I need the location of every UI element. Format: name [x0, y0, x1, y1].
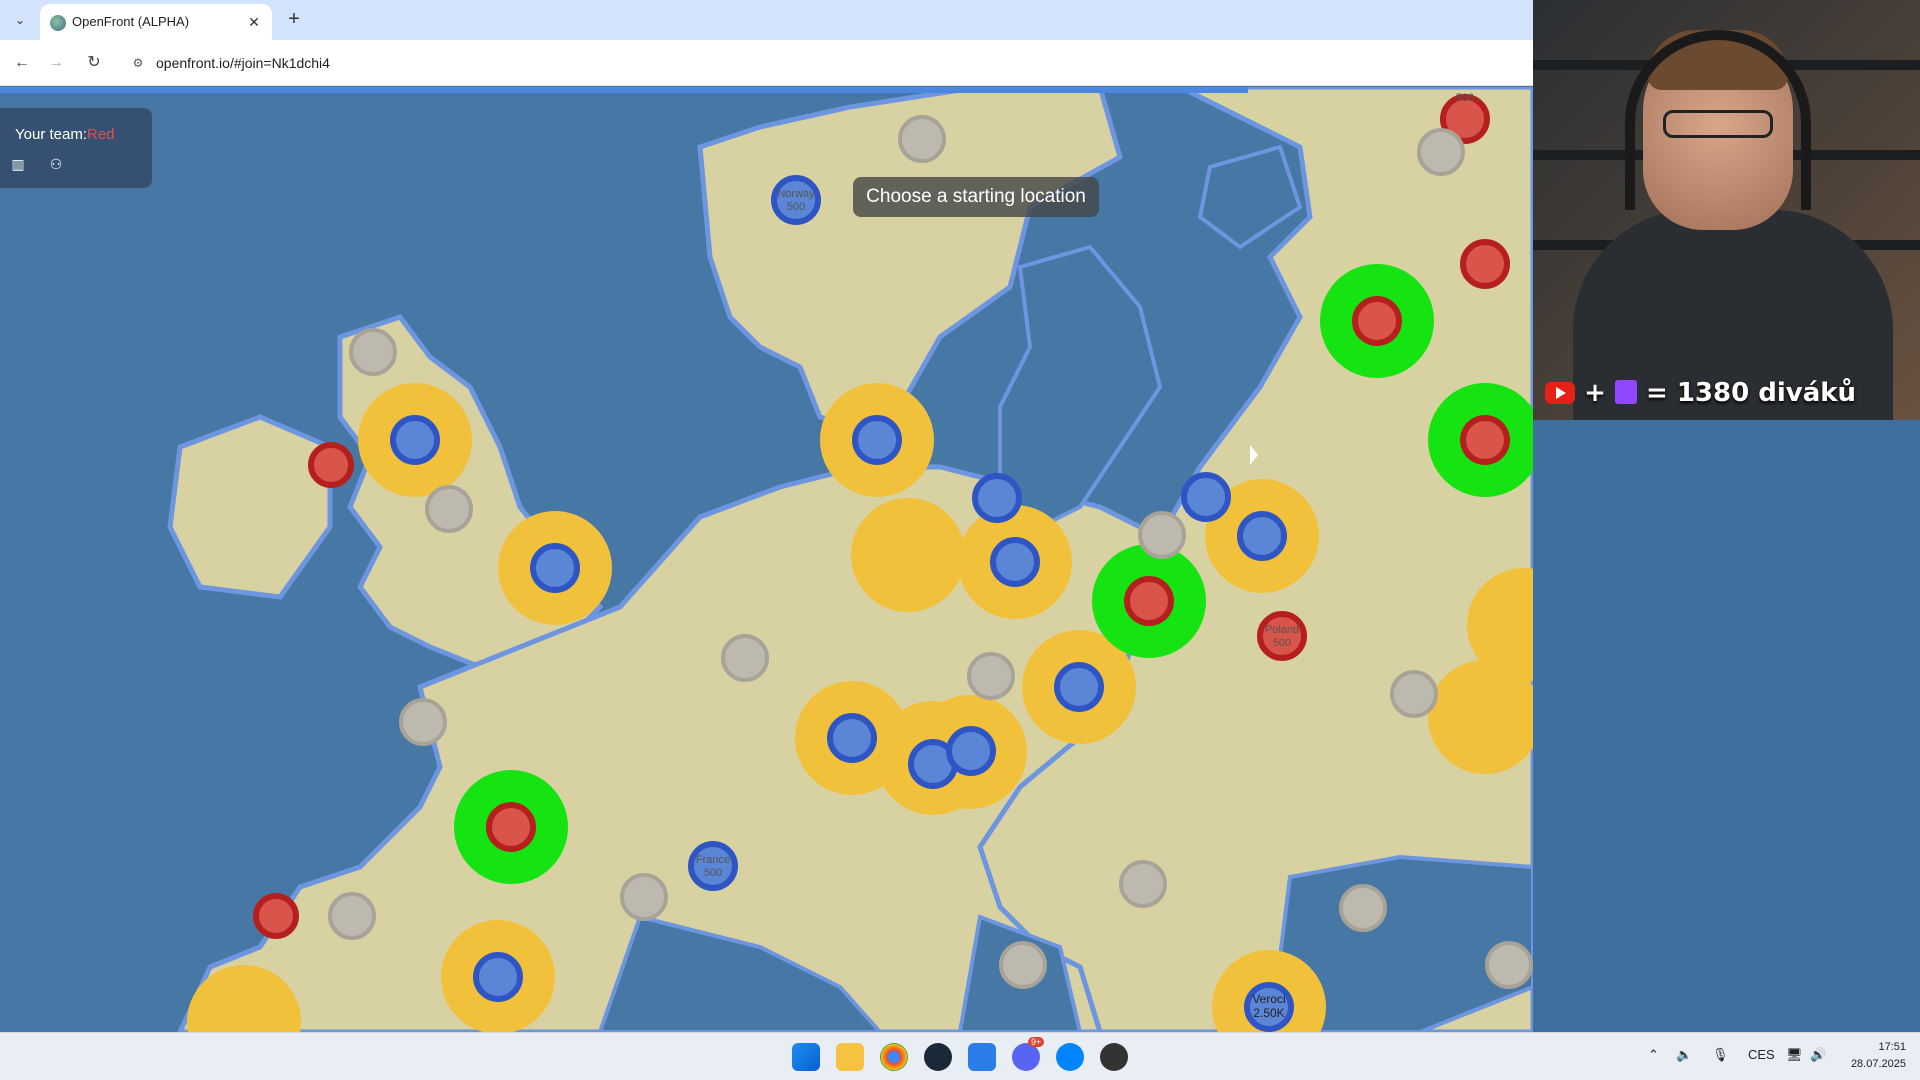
close-icon[interactable]: ✕ [244, 12, 264, 32]
headphones [1625, 30, 1811, 210]
discord-badge: 9+ [1028, 1037, 1045, 1047]
language-indicator[interactable]: CES [1748, 1047, 1775, 1062]
new-tab-button[interactable]: + [282, 8, 306, 32]
windows-start-icon[interactable] [792, 1043, 820, 1071]
nation-label-france: France [696, 854, 730, 866]
clock-date: 28.07.2025 [1850, 1058, 1906, 1070]
steam-icon[interactable] [924, 1043, 952, 1071]
nation-label-veroci: Veroci [1252, 992, 1285, 1006]
nation-label-poland: Poland [1265, 624, 1299, 636]
plus-sign: + [1584, 378, 1606, 408]
windows-taskbar: 9+ ⌃ 🔈 🎙 CES 🖥 🔊 17:51 28.07.2025 [0, 1032, 1920, 1080]
mouse-cursor [1250, 445, 1258, 465]
twitch-icon [1614, 380, 1637, 404]
game-map[interactable]: Norway 500 Poland 500 France 500 Veroci … [0, 87, 1533, 1032]
team-stats-icon[interactable]: ⚇ [46, 156, 66, 176]
speaker-icon[interactable]: 🔊 [1810, 1047, 1826, 1063]
nation-label-norway: Norway [777, 188, 815, 200]
team-panel: Your team:Red ▥ ⚇ [0, 108, 152, 188]
system-clock[interactable]: 17:51 28.07.2025 [1851, 1039, 1906, 1073]
nation-troops-unnamed: 500 [1456, 92, 1474, 104]
team-label: Your team:Red [15, 126, 115, 143]
microphone-icon[interactable]: 🎙 [1712, 1047, 1729, 1063]
forward-icon[interactable]: → [44, 51, 68, 75]
choose-location-toast: Choose a starting location [853, 177, 1099, 217]
browser-window: Norway 500 Poland 500 France 500 Veroci … [0, 0, 1533, 1032]
tab-strip: ⌄ OpenFront (ALPHA) ✕ + [0, 0, 1533, 40]
tab-search-icon[interactable]: ⌄ [8, 8, 32, 32]
volume-icon[interactable]: 🔈 [1676, 1047, 1692, 1063]
viewer-count-text: = 1380 diváků [1645, 378, 1857, 408]
viewer-count: + = 1380 diváků [1545, 378, 1856, 408]
tab-title: OpenFront (ALPHA) [72, 14, 190, 29]
messenger-icon[interactable] [1056, 1043, 1084, 1071]
site-settings-icon[interactable]: ⚙ [130, 55, 146, 71]
tray-chevron-icon[interactable]: ⌃ [1648, 1047, 1659, 1063]
nation-troops-veroci: 2.50K [1253, 1006, 1284, 1020]
youtube-icon [1545, 382, 1575, 404]
browser-toolbar: ← → ↻ ⚙ openfront.io/#join=Nk1dchi4 [0, 40, 1533, 86]
chrome-icon[interactable] [880, 1043, 908, 1071]
viewer-count-overlay: + = 1380 diváků [1533, 370, 1920, 420]
app-icon[interactable] [968, 1043, 996, 1071]
nation-troops-norway: 500 [787, 201, 805, 213]
globe-icon [50, 15, 66, 31]
page-load-progress [0, 87, 1248, 93]
clock-time: 17:51 [1878, 1041, 1906, 1053]
reload-icon[interactable]: ↻ [82, 51, 106, 75]
address-bar[interactable]: ⚙ openfront.io/#join=Nk1dchi4 [124, 46, 1524, 80]
webcam-overlay [1533, 0, 1920, 420]
url-text[interactable]: openfront.io/#join=Nk1dchi4 [156, 55, 330, 71]
nation-troops-poland: 500 [1273, 637, 1291, 649]
tab-openfront[interactable]: OpenFront (ALPHA) ✕ [40, 4, 272, 40]
discord-icon[interactable] [1012, 1043, 1040, 1071]
file-explorer-icon[interactable] [836, 1043, 864, 1071]
leaderboard-icon[interactable]: ▥ [8, 156, 28, 176]
obs-icon[interactable] [1100, 1043, 1128, 1071]
nation-troops-france: 500 [704, 867, 722, 879]
back-icon[interactable]: ← [10, 51, 34, 75]
network-icon[interactable]: 🖥 [1786, 1047, 1803, 1063]
team-label-text: Your team: [15, 126, 87, 143]
team-name: Red [87, 126, 115, 143]
